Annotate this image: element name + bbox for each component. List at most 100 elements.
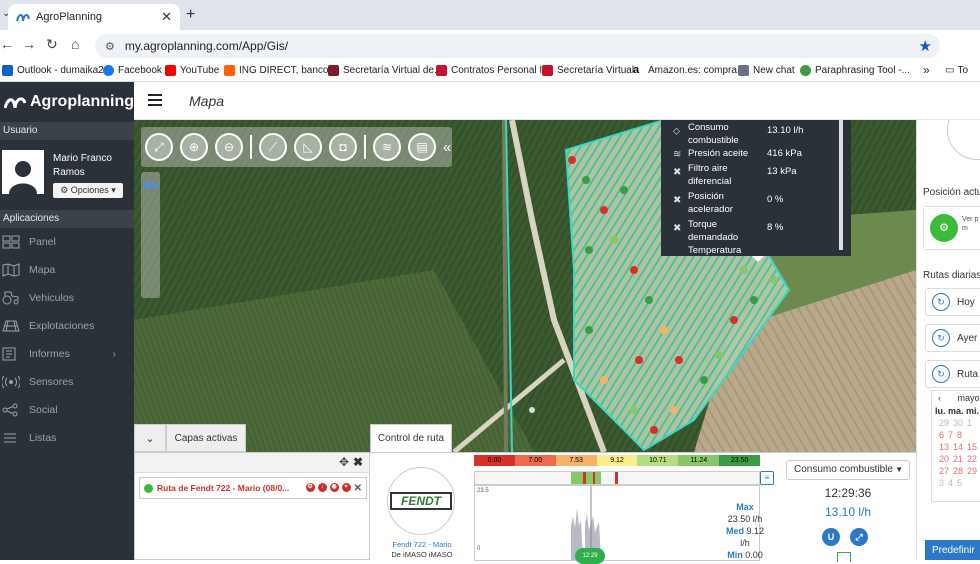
sidebar-item-informes[interactable]: Informes › (0, 340, 134, 368)
report-icon (2, 347, 16, 361)
tab-route-control[interactable]: Control de ruta (370, 424, 452, 452)
brand[interactable]: Agroplanning (0, 82, 134, 122)
current-position-card[interactable]: ⚙ Ver p el m (923, 206, 980, 250)
calendar-day[interactable]: 3 (939, 477, 944, 489)
url-text[interactable]: my.agroplanning.com/App/Gis/ (125, 39, 288, 53)
zoom-slider-knob[interactable] (143, 182, 158, 188)
zoom-slider[interactable] (141, 172, 160, 298)
layer-settings-icon[interactable]: ⚙ (305, 482, 315, 492)
play-icon: U (827, 532, 835, 542)
calendar-weekdays: lu. ma. mi. (935, 406, 980, 416)
popup-scrollbar[interactable] (839, 120, 843, 250)
move-icon[interactable]: ✥ (339, 455, 349, 469)
sidebar-item-panel[interactable]: Panel (0, 228, 134, 256)
calendar-day[interactable]: 30 (953, 417, 963, 429)
map-view[interactable]: ⤢ ⊕ ⊖ ⟋ ◺ ◘ ≋ ▤ « ⬦ Consumo combustible … (134, 120, 916, 452)
zoom-out-button[interactable]: ⊖ (215, 133, 243, 161)
route-yesterday[interactable]: ↻ Ayer (925, 324, 980, 352)
route-today[interactable]: ↻ Hoy (925, 288, 980, 316)
browser-tab[interactable]: AgroPlanning ✕ (8, 4, 180, 30)
bookmark-outlook[interactable]: Outlook - dumaika2... (2, 65, 112, 76)
max-label: Max (736, 502, 754, 512)
calendar-day[interactable]: 29 (939, 417, 949, 429)
layer-download-icon[interactable]: ↓ (317, 482, 327, 492)
bookmark-amazon[interactable]: a Amazon.es: compra... (633, 65, 745, 77)
menu-toggle-icon[interactable] (148, 94, 162, 106)
measure-area-button[interactable]: ◺ (294, 133, 322, 161)
calendar-day[interactable]: 22 (967, 453, 977, 465)
variable-select[interactable]: Consumo combustible ▼ (786, 460, 910, 480)
tab-close-icon[interactable]: ✕ (161, 9, 172, 25)
bookmark-secretaria-virtual-de[interactable]: Secretaría Virtual de... (328, 65, 442, 76)
close-icon[interactable]: ✖ (353, 455, 363, 469)
sidebar-item-vehiculos[interactable]: Vehiculos (0, 284, 134, 312)
layer-locate-icon[interactable]: ⌖ (341, 482, 351, 492)
calendar-day[interactable]: 4 (948, 477, 953, 489)
bookmark-youtube[interactable]: YouTube (165, 65, 219, 76)
fullscreen-button[interactable]: ⤢ (145, 133, 173, 161)
chart-cursor-time[interactable]: 12:29 (575, 548, 605, 564)
calendar-day[interactable]: 13 (939, 441, 949, 453)
bookmark-star-icon[interactable]: ★ (919, 37, 932, 55)
bookmarks-overflow-button[interactable]: » (923, 63, 930, 77)
calendar-day[interactable]: 5 (957, 477, 962, 489)
bookmark-facebook[interactable]: Facebook (103, 65, 162, 76)
forward-button[interactable] (837, 552, 851, 562)
bookmark-secretaria-virtual[interactable]: Secretaría Virtual (542, 65, 634, 76)
expand-button[interactable]: ⤢ (850, 528, 868, 546)
paraphrasing-icon (800, 65, 811, 76)
collapse-panel-button[interactable]: ⌄ (134, 424, 166, 452)
collapse-toolbar-icon[interactable]: « (443, 139, 451, 156)
layer-item[interactable]: Ruta de Fendt 722 - Mario (08/0... ⚙ ↓ ◉… (139, 477, 367, 499)
timeline-bars (571, 472, 618, 484)
bookmark-ing[interactable]: ING DIRECT, banco... (224, 65, 337, 76)
scale-step: 0.00 (474, 455, 515, 466)
zoom-in-button[interactable]: ⊕ (180, 133, 208, 161)
play-button[interactable]: U (822, 528, 840, 546)
date-picker[interactable]: ‹ mayo lu. ma. mi. 29 30 1 6 7 8 13 14 15 20 21 22 2… (931, 390, 980, 502)
home-icon[interactable]: ⌂ (71, 36, 79, 52)
calendar-day[interactable]: 7 (948, 429, 953, 441)
calendar-day[interactable]: 1 (967, 417, 972, 429)
sidebar-item-listas[interactable]: Listas (0, 424, 134, 452)
calendar-day[interactable]: 14 (953, 441, 963, 453)
new-tab-icon[interactable]: + (186, 6, 195, 24)
bookmarks-folder[interactable]: ▭ To (945, 65, 968, 76)
calendar-day[interactable]: 20 (939, 453, 949, 465)
forward-icon[interactable]: → (22, 36, 36, 52)
report-button[interactable]: ▤ (408, 133, 436, 161)
tab-active-layers[interactable]: Capas activas (166, 424, 246, 452)
measure-line-button[interactable]: ⟋ (259, 133, 287, 161)
bookmark-paraphrasing[interactable]: Paraphrasing Tool -... (800, 65, 910, 76)
sidebar-item-mapa[interactable]: Mapa (0, 256, 134, 284)
address-bar[interactable]: ⚙ my.agroplanning.com/App/Gis/ ★ (95, 34, 940, 58)
route-date[interactable]: ↻Ruta d (925, 360, 980, 388)
options-button[interactable]: ⚙ Opciones ▾ (53, 183, 123, 198)
sidebar-item-social[interactable]: Social (0, 396, 134, 424)
layer-visibility-icon[interactable]: ◉ (329, 482, 339, 492)
calendar-day[interactable]: 28 (953, 465, 963, 477)
info-row-temperature: Temperatura (688, 246, 742, 256)
calendar-day[interactable]: 21 (953, 453, 963, 465)
calendar-day[interactable]: 15 (967, 441, 977, 453)
sidebar-item-explotaciones[interactable]: Explotaciones (0, 312, 134, 340)
calendar-day[interactable]: 27 (939, 465, 949, 477)
chart-options-button[interactable]: ≡ (760, 471, 774, 485)
calendar-day[interactable]: 6 (939, 429, 944, 441)
layers-button[interactable]: ≋ (373, 133, 401, 161)
bookmark-contratos[interactable]: Contratos Personal I... (436, 65, 551, 76)
bookmark-new-chat[interactable]: New chat (738, 65, 795, 76)
calendar-prev-icon[interactable]: ‹ (938, 393, 941, 403)
sidebar-item-sensores[interactable]: Sensores (0, 368, 134, 396)
wrench-icon: ✖ (673, 223, 682, 234)
route-timeline-overview[interactable] (474, 471, 760, 485)
back-icon[interactable]: ← (0, 36, 14, 52)
calendar-day[interactable]: 29 (967, 465, 977, 477)
layer-remove-icon[interactable]: ✕ (354, 483, 362, 494)
predefined-button[interactable]: Predefinir (925, 540, 980, 560)
reload-icon[interactable]: ↻ (46, 36, 58, 53)
site-settings-icon[interactable]: ⚙ (105, 40, 115, 53)
screenshot-button[interactable]: ◘ (329, 133, 357, 161)
calendar-header: ‹ mayo (932, 391, 980, 405)
calendar-day[interactable]: 8 (957, 429, 962, 441)
